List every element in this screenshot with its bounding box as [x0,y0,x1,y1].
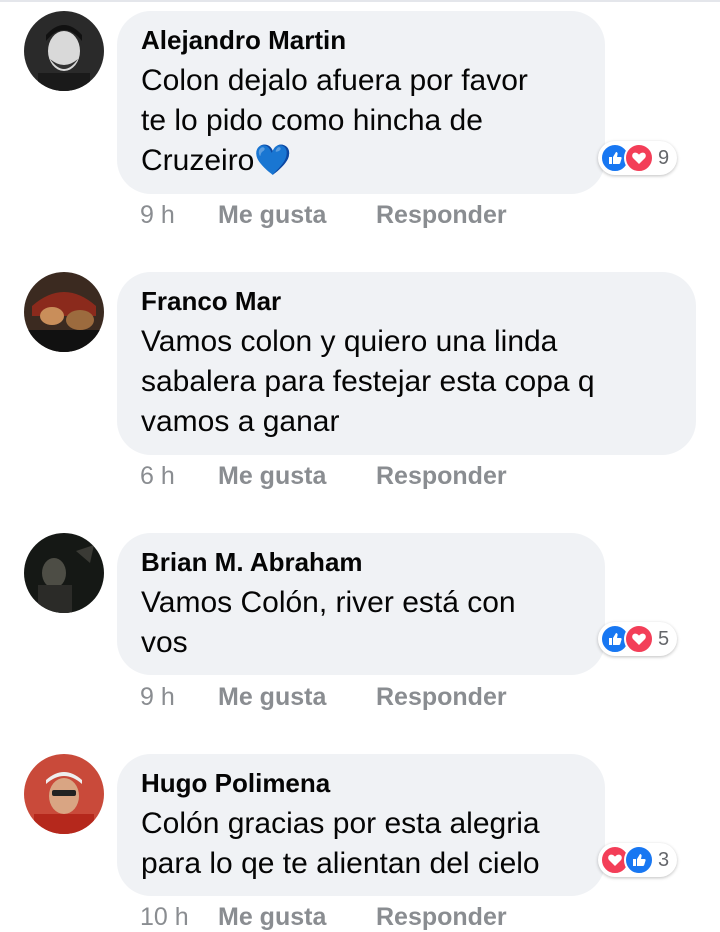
avatar[interactable] [24,533,104,613]
like-icon [624,845,654,875]
comment-text: Vamos colon y quiero una linda sabalera … [141,325,595,438]
comment-time[interactable]: 9 h [140,200,175,230]
reaction-summary[interactable]: 5 [598,622,678,656]
reaction-count: 9 [658,146,670,169]
comment-author[interactable]: Alejandro Martin [141,25,579,55]
comment-text: Colon dejalo afuera por favor te lo pido… [141,64,528,177]
like-button[interactable]: Me gusta [218,682,326,712]
avatar[interactable] [24,754,104,834]
reply-button[interactable]: Responder [376,461,507,491]
comment-text: Colón gracias por esta alegria para lo q… [141,807,540,880]
comment-bubble: Brian M. Abraham Vamos Colón, river está… [117,533,605,675]
avatar[interactable] [24,11,104,91]
reply-button[interactable]: Responder [376,200,507,230]
comment-text: Vamos Colón, river está con vos [141,586,516,659]
top-divider [0,0,720,2]
reaction-count: 5 [658,627,670,650]
reaction-count: 3 [658,848,670,871]
comment-bubble: Alejandro Martin Colon dejalo afuera por… [117,11,605,194]
comment-time[interactable]: 6 h [140,461,175,491]
comment-bubble: Hugo Polimena Colón gracias por esta ale… [117,754,605,896]
love-icon [624,624,654,654]
reply-button[interactable]: Responder [376,902,507,932]
avatar[interactable] [24,272,104,352]
like-button[interactable]: Me gusta [218,461,326,491]
like-button[interactable]: Me gusta [218,200,326,230]
comment-author[interactable]: Hugo Polimena [141,768,579,798]
love-icon [624,143,654,173]
comment-bubble: Franco Mar Vamos colon y quiero una lind… [117,272,696,455]
like-button[interactable]: Me gusta [218,902,326,932]
comment-author[interactable]: Franco Mar [141,286,670,316]
comment-author[interactable]: Brian M. Abraham [141,547,579,577]
reaction-summary[interactable]: 3 [598,843,678,877]
comment-time[interactable]: 9 h [140,682,175,712]
reply-button[interactable]: Responder [376,682,507,712]
comment-time[interactable]: 10 h [140,902,189,932]
reaction-summary[interactable]: 9 [598,141,678,175]
